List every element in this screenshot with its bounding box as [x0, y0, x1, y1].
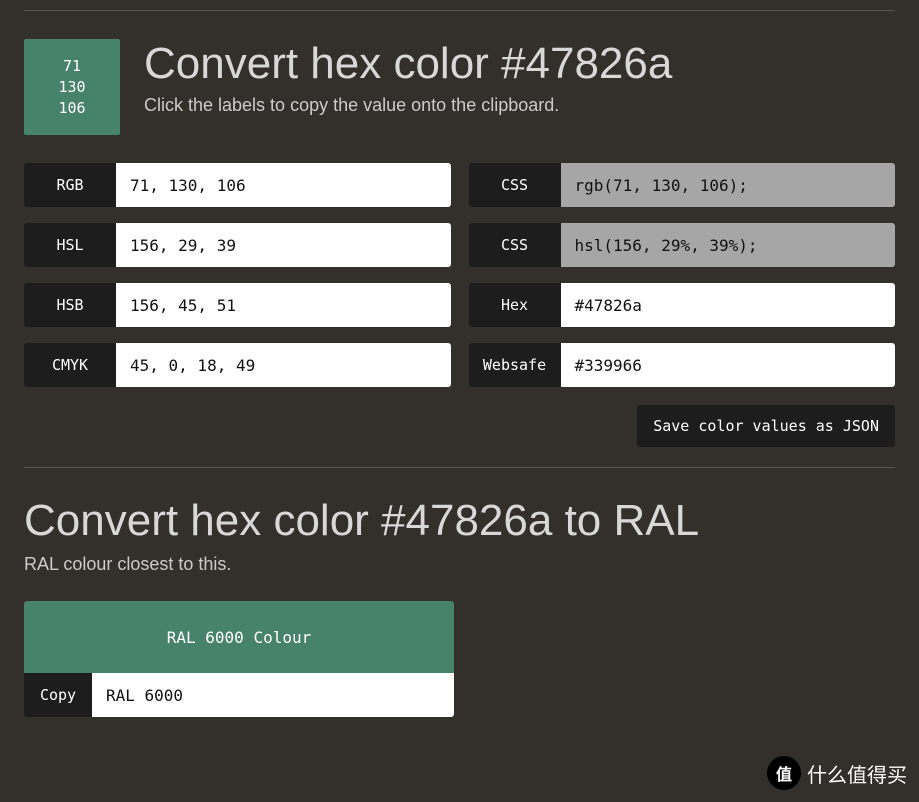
- color-swatch: 71 130 106: [24, 39, 120, 135]
- value-css-hsl[interactable]: hsl(156, 29%, 39%);: [561, 223, 896, 267]
- page-subtitle: Click the labels to copy the value onto …: [144, 95, 672, 116]
- value-hsl[interactable]: 156, 29, 39: [116, 223, 451, 267]
- save-row: Save color values as JSON: [24, 405, 895, 447]
- label-css-hsl[interactable]: CSS: [469, 223, 561, 267]
- label-rgb[interactable]: RGB: [24, 163, 116, 207]
- value-cmyk[interactable]: 45, 0, 18, 49: [116, 343, 451, 387]
- label-hsb[interactable]: HSB: [24, 283, 116, 327]
- ral-color-button[interactable]: RAL 6000 Colour: [24, 601, 454, 673]
- ral-section: Convert hex color #47826a to RAL RAL col…: [24, 496, 895, 717]
- label-hex[interactable]: Hex: [469, 283, 561, 327]
- ral-copy-value[interactable]: RAL 6000: [92, 673, 454, 717]
- value-rgb[interactable]: 71, 130, 106: [116, 163, 451, 207]
- label-websafe[interactable]: Websafe: [469, 343, 561, 387]
- header: 71 130 106 Convert hex color #47826a Cli…: [24, 39, 895, 135]
- watermark-text: 什么值得买: [807, 759, 907, 788]
- field-hsl: HSL 156, 29, 39: [24, 223, 451, 267]
- section-divider: [24, 467, 895, 468]
- value-websafe[interactable]: #339966: [561, 343, 896, 387]
- watermark: 值 什么值得买: [767, 756, 907, 790]
- ral-copy-row: Copy RAL 6000: [24, 673, 454, 717]
- save-json-button[interactable]: Save color values as JSON: [637, 405, 895, 447]
- swatch-b: 106: [58, 98, 85, 119]
- label-css-rgb[interactable]: CSS: [469, 163, 561, 207]
- field-cmyk: CMYK 45, 0, 18, 49: [24, 343, 451, 387]
- value-hsb[interactable]: 156, 45, 51: [116, 283, 451, 327]
- field-css-hsl: CSS hsl(156, 29%, 39%);: [469, 223, 896, 267]
- field-css-rgb: CSS rgb(71, 130, 106);: [469, 163, 896, 207]
- top-divider: [24, 10, 895, 11]
- ral-title: Convert hex color #47826a to RAL: [24, 496, 895, 546]
- header-text: Convert hex color #47826a Click the labe…: [144, 39, 672, 116]
- ral-subtitle: RAL colour closest to this.: [24, 554, 895, 575]
- field-hsb: HSB 156, 45, 51: [24, 283, 451, 327]
- label-cmyk[interactable]: CMYK: [24, 343, 116, 387]
- label-hsl[interactable]: HSL: [24, 223, 116, 267]
- page-title: Convert hex color #47826a: [144, 39, 672, 89]
- swatch-g: 130: [58, 77, 85, 98]
- field-websafe: Websafe #339966: [469, 343, 896, 387]
- color-values-grid: RGB 71, 130, 106 CSS rgb(71, 130, 106); …: [24, 163, 895, 387]
- field-rgb: RGB 71, 130, 106: [24, 163, 451, 207]
- ral-copy-label[interactable]: Copy: [24, 673, 92, 717]
- watermark-badge-icon: 值: [767, 756, 801, 790]
- field-hex: Hex #47826a: [469, 283, 896, 327]
- value-hex[interactable]: #47826a: [561, 283, 896, 327]
- swatch-r: 71: [63, 56, 81, 77]
- value-css-rgb[interactable]: rgb(71, 130, 106);: [561, 163, 896, 207]
